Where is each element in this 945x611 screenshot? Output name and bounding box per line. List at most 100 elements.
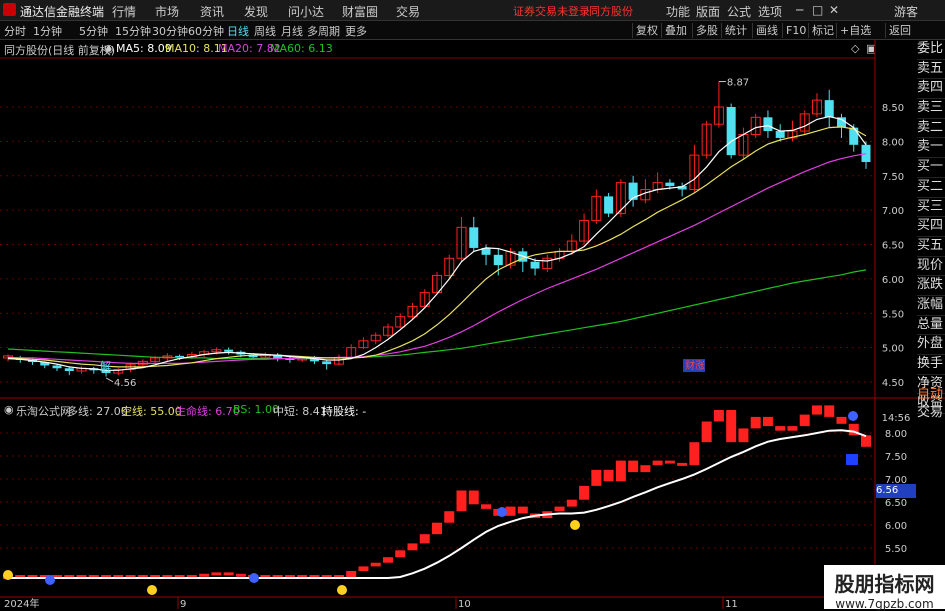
sidebar-item-8[interactable]: 买三 — [917, 198, 945, 218]
candle-body-18 — [224, 349, 234, 352]
price-tick-4: 6.50 — [882, 241, 904, 252]
x-tick-1: 9 — [180, 599, 186, 609]
lower-block-42 — [517, 506, 528, 514]
sidebar-item-1[interactable]: 卖五 — [917, 60, 945, 80]
ma5-line — [7, 115, 867, 371]
sidebar-item-3[interactable]: 卖三 — [917, 99, 945, 119]
price-tick-1: 8.00 — [882, 137, 904, 148]
x-tick-0: 2024年 — [4, 597, 39, 609]
lower-block-18 — [223, 572, 234, 576]
price-tick-7: 5.00 — [882, 344, 904, 355]
sidebar-item-2[interactable]: 卖四 — [917, 79, 945, 100]
lower-block-59 — [726, 410, 737, 443]
quote-sidebar: 委比 卖五 卖四 卖三 卖二 卖一 买一 买二 买三 买四 买五 现价 涨跌 涨幅 总量 外盘 换手 净资 收益 — [917, 40, 945, 415]
sidebar-item-4[interactable]: 卖二 — [917, 119, 945, 139]
lower-block-64 — [787, 426, 798, 431]
indicator-name: 乐淘公式网 — [16, 405, 71, 418]
lower-tick-2: 7.50 — [885, 452, 907, 463]
sell-face-icon-2 — [497, 507, 507, 517]
lower-white-line — [8, 429, 867, 579]
lower-block-30 — [370, 562, 381, 567]
candle-body-59 — [726, 107, 736, 156]
lower-block-54 — [664, 460, 675, 464]
price-tick-3: 7.00 — [882, 206, 904, 217]
candle-body-5 — [64, 368, 74, 371]
lower-block-45 — [554, 506, 565, 512]
sidebar-item-10[interactable]: 买五 — [917, 237, 945, 257]
sidebar-item-7[interactable]: 买二 — [917, 178, 945, 198]
lower-block-16 — [199, 573, 210, 577]
sidebar-item-13[interactable]: 涨幅 — [917, 296, 945, 316]
sidebar-item-15[interactable]: 外盘 — [917, 335, 945, 355]
buy-smiley-icon-0 — [3, 570, 13, 580]
sidebar-item-11[interactable]: 现价 — [917, 257, 945, 277]
sidebar-item-6[interactable]: 买一 — [917, 158, 945, 178]
current-price-label: 6.56 — [876, 484, 916, 498]
lower-block-70 — [861, 435, 871, 447]
tag-caizhang: 财涨 — [685, 359, 705, 372]
lower-tick-0: 14:56 — [882, 413, 911, 424]
lower-block-65 — [799, 414, 810, 427]
candle-body-49 — [604, 196, 614, 214]
lower-block-53 — [652, 460, 663, 466]
lower-block-19 — [235, 573, 246, 577]
price-tick-2: 7.50 — [882, 172, 904, 183]
lower-block-51 — [628, 460, 639, 473]
candle-body-4 — [52, 365, 62, 369]
settings-dot-icon-2[interactable]: ◉ — [4, 403, 14, 416]
sell-face-icon-3 — [848, 411, 858, 421]
sheng-value: 生命线: 6.70 — [175, 405, 240, 418]
buy-smiley-icon-3 — [570, 520, 580, 530]
lower-block-47 — [579, 485, 590, 500]
kline-chart[interactable]: 8.50 8.00 7.50 7.00 6.50 6.00 5.50 5.00 4.50 14:5… — [0, 0, 945, 609]
price-tick-8: 4.50 — [882, 378, 904, 389]
lower-tick-7: 5.50 — [885, 544, 907, 555]
candle-body-26 — [322, 361, 332, 365]
lower-block-49 — [603, 469, 614, 482]
sidebar-item-16[interactable]: 换手 — [917, 355, 945, 375]
lower-block-66 — [811, 405, 822, 415]
lower-block-36 — [444, 511, 455, 523]
candle-body-40 — [493, 254, 503, 266]
lower-block-62 — [762, 416, 773, 427]
tag-jie: 解 — [100, 359, 111, 373]
zhong-value: 中短: 8.41 — [273, 405, 327, 418]
sidebar-item-14[interactable]: 总量 — [917, 316, 945, 336]
candle-body-62 — [763, 117, 773, 132]
lower-block-37 — [456, 490, 467, 512]
lower-block-58 — [713, 410, 724, 422]
sidebar-item-9[interactable]: 买四 — [917, 217, 945, 237]
lower-block-60 — [738, 428, 749, 443]
watermark: 股朋指标网 www.7gpzb.com — [824, 565, 945, 611]
lower-block-39 — [481, 504, 492, 509]
sidebar-jiaoyi[interactable]: 交易 — [917, 404, 945, 422]
lower-block-61 — [750, 416, 761, 429]
lower-block-52 — [640, 465, 651, 473]
high-label: 8.87 — [727, 78, 749, 89]
x-tick-2: 10 — [458, 599, 471, 609]
ma20-line — [7, 153, 867, 364]
lower-block-38 — [468, 490, 479, 505]
x-tick-3: 11 — [725, 599, 738, 609]
lower-block-50 — [615, 460, 626, 482]
lower-block-55 — [677, 462, 688, 466]
sidebar-item-5[interactable]: 卖一 — [917, 138, 945, 159]
sidebar-item-0[interactable]: 委比 — [917, 40, 945, 60]
lower-tick-1: 8.00 — [885, 429, 907, 440]
lower-block-68 — [836, 416, 847, 424]
lower-block-17 — [211, 572, 222, 576]
ma10-line — [7, 126, 867, 368]
lower-block-35 — [432, 522, 442, 535]
lower-block-32 — [395, 550, 406, 558]
sidebar-zidong[interactable]: 自动 — [917, 386, 945, 404]
lower-block-28 — [346, 571, 357, 578]
sell-face-icon-1 — [249, 573, 259, 583]
lower-block-41 — [505, 506, 516, 516]
lower-block-46 — [566, 499, 577, 507]
lower-block-67 — [824, 405, 835, 417]
price-tick-0: 8.50 — [882, 103, 904, 114]
sidebar-item-12[interactable]: 涨跌 — [917, 276, 945, 296]
lower-tick-5: 6.50 — [885, 498, 907, 509]
chi-value: 持股线: - — [322, 405, 367, 418]
kong-value: 空线: 55.00 — [121, 405, 182, 418]
